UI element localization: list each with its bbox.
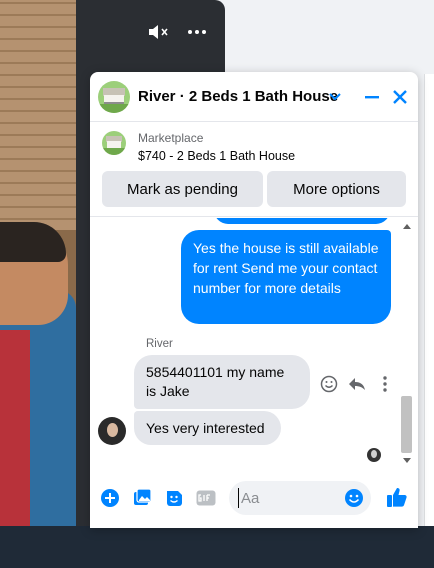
thread-scrollbar[interactable] — [400, 218, 414, 468]
more-options-button[interactable]: More options — [267, 171, 406, 207]
sender-avatar[interactable] — [98, 417, 126, 445]
more-icon[interactable] — [186, 22, 208, 42]
image-icon — [134, 488, 152, 505]
scroll-down-arrow[interactable] — [403, 458, 411, 463]
gif-icon — [196, 490, 216, 506]
message-thread: Yes the house is still available for ren… — [90, 218, 418, 468]
previous-message-bubble — [214, 218, 390, 224]
chat-title[interactable]: River · 2 Beds 1 Bath House — [138, 88, 338, 105]
side-panel-edge — [424, 74, 434, 526]
reply-button[interactable] — [347, 374, 367, 394]
scroll-up-arrow[interactable] — [403, 224, 411, 229]
sender-name: River — [146, 338, 173, 350]
scroll-thumb[interactable] — [401, 396, 412, 453]
taskbar-area — [0, 526, 434, 568]
like-button[interactable] — [386, 486, 408, 508]
minimize-button[interactable] — [360, 85, 384, 109]
video-feed — [0, 0, 76, 526]
mark-as-pending-button[interactable]: Mark as pending — [102, 171, 263, 207]
minimize-icon — [365, 96, 379, 99]
message-input-wrapper — [229, 481, 371, 515]
chat-window: River · 2 Beds 1 Bath House Marketplace … — [90, 72, 418, 528]
sticker-icon — [167, 491, 182, 506]
sticker-button[interactable] — [164, 488, 184, 508]
seen-indicator-avatar — [367, 448, 381, 462]
outgoing-message: Yes the house is still available for ren… — [181, 230, 391, 324]
attach-photo-button[interactable] — [132, 488, 152, 508]
video-controls — [148, 22, 208, 42]
close-icon — [393, 90, 407, 104]
smiley-icon — [320, 375, 338, 393]
close-button[interactable] — [388, 85, 412, 109]
gif-button[interactable] — [196, 488, 216, 508]
listing-thumbnail — [102, 131, 126, 155]
message-more-button[interactable] — [375, 374, 395, 394]
incoming-message: Yes very interested — [134, 411, 281, 445]
marketplace-label: Marketplace — [138, 131, 204, 145]
chevron-down-icon[interactable] — [328, 89, 342, 103]
react-button[interactable] — [319, 374, 339, 394]
chat-header: River · 2 Beds 1 Bath House — [90, 72, 418, 122]
reply-icon — [349, 378, 365, 390]
plus-circle-icon — [101, 489, 119, 507]
message-composer — [90, 476, 418, 520]
thumbs-up-icon — [387, 488, 407, 507]
message-input[interactable] — [238, 488, 338, 508]
emoji-icon[interactable] — [344, 488, 364, 508]
more-actions-button[interactable] — [100, 488, 120, 508]
listing-avatar[interactable] — [98, 81, 130, 113]
mute-icon[interactable] — [148, 22, 170, 42]
listing-title[interactable]: $740 - 2 Beds 1 Bath House — [138, 149, 295, 163]
incoming-message: 5854401101 my name is Jake — [134, 355, 310, 409]
more-vertical-icon — [383, 376, 387, 392]
